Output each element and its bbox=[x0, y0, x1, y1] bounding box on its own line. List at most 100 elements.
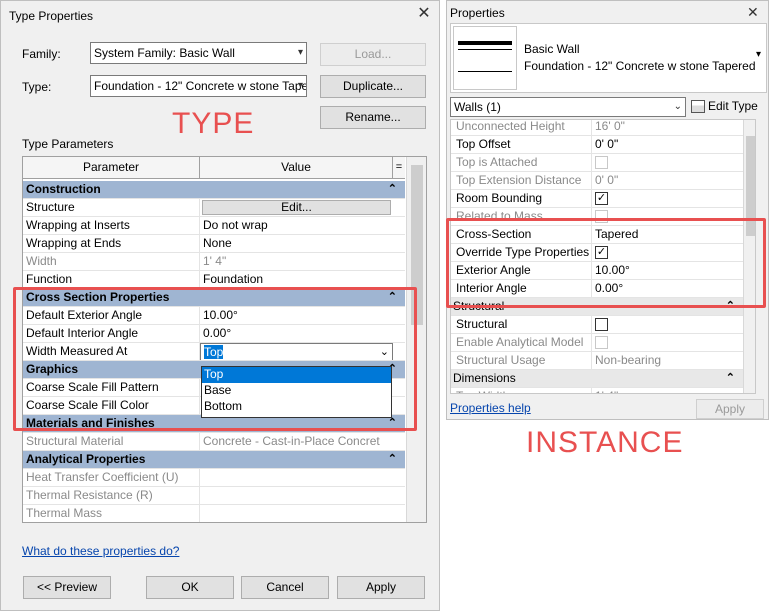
property-name: Top Width bbox=[451, 388, 592, 393]
table-row[interactable]: Wrapping at Ends None bbox=[23, 235, 405, 253]
family-value: System Family: Basic Wall bbox=[94, 46, 235, 60]
type-name: Foundation - 12" Concrete w stone Tapere… bbox=[524, 59, 756, 73]
param-name: Wrapping at Inserts bbox=[23, 217, 200, 234]
type-value: Foundation - 12" Concrete w stone Tape bbox=[94, 79, 307, 93]
table-row[interactable]: Thermal Mass bbox=[23, 505, 405, 522]
type-selector[interactable]: Basic Wall Foundation - 12" Concrete w s… bbox=[450, 23, 767, 93]
selector-value: Walls (1) bbox=[454, 100, 501, 114]
param-name: Thermal Mass bbox=[23, 505, 200, 522]
table-row[interactable]: Wrapping at Inserts Do not wrap bbox=[23, 217, 405, 235]
chevron-down-icon[interactable]: ▾ bbox=[756, 49, 761, 60]
edit-type-label: Edit Type bbox=[708, 99, 758, 113]
ok-button[interactable]: OK bbox=[146, 576, 234, 599]
param-value[interactable] bbox=[200, 505, 393, 522]
param-name: Wrapping at Ends bbox=[23, 235, 200, 252]
checkbox-checked[interactable] bbox=[595, 192, 608, 206]
table-row[interactable]: Structure Edit... bbox=[23, 199, 405, 217]
palette-title: Properties bbox=[450, 6, 505, 20]
checkbox-unchecked[interactable] bbox=[595, 336, 608, 350]
family-name: Basic Wall bbox=[524, 42, 580, 56]
property-row[interactable]: Top Width1' 4" bbox=[451, 388, 743, 393]
type-select[interactable]: Foundation - 12" Concrete w stone Tape ▾ bbox=[90, 75, 307, 97]
collapse-icon[interactable]: ⌃ bbox=[388, 451, 397, 468]
structure-edit-button[interactable]: Edit... bbox=[202, 200, 391, 215]
table-row[interactable]: Thermal Resistance (R) bbox=[23, 487, 405, 505]
close-icon[interactable]: ✕ bbox=[747, 4, 759, 21]
group-header-analytical-properties[interactable]: Analytical Properties ⌃ bbox=[23, 451, 405, 469]
property-name: Room Bounding bbox=[451, 190, 592, 207]
checkbox-unchecked[interactable] bbox=[595, 156, 608, 170]
param-value[interactable]: None bbox=[200, 235, 393, 252]
table-row[interactable]: Width 1' 4" bbox=[23, 253, 405, 271]
duplicate-button[interactable]: Duplicate... bbox=[320, 75, 426, 98]
param-value[interactable]: Concrete - Cast-in-Place Concret bbox=[200, 433, 393, 450]
property-row[interactable]: Top is Attached bbox=[451, 154, 743, 172]
load-button[interactable]: Load... bbox=[320, 43, 426, 66]
cancel-button[interactable]: Cancel bbox=[241, 576, 329, 599]
param-name: Thermal Resistance (R) bbox=[23, 487, 200, 504]
property-name: Enable Analytical Model bbox=[451, 334, 592, 351]
property-checkbox[interactable] bbox=[592, 334, 743, 351]
property-row[interactable]: Room Bounding bbox=[451, 190, 743, 208]
property-row[interactable]: Structural Usage Non-bearing bbox=[451, 352, 743, 370]
property-row[interactable]: Unconnected Height 16' 0" bbox=[451, 120, 743, 136]
property-name: Structural Usage bbox=[451, 352, 592, 369]
param-value[interactable] bbox=[200, 487, 393, 504]
grid-header: Parameter Value = bbox=[23, 157, 405, 179]
properties-help-link[interactable]: Properties help bbox=[450, 401, 531, 415]
edit-type-button[interactable]: Edit Type bbox=[691, 96, 767, 118]
param-value[interactable]: Do not wrap bbox=[200, 217, 393, 234]
family-select[interactable]: System Family: Basic Wall ▾ bbox=[90, 42, 307, 64]
column-formula[interactable]: = bbox=[393, 157, 405, 178]
help-link[interactable]: What do these properties do? bbox=[22, 544, 179, 558]
properties-palette: Properties ✕ Basic Wall Foundation - 12"… bbox=[446, 0, 769, 420]
column-parameter[interactable]: Parameter bbox=[23, 157, 200, 178]
wall-type-thumbnail bbox=[453, 26, 517, 90]
apply-button[interactable]: Apply bbox=[337, 576, 425, 599]
rename-button[interactable]: Rename... bbox=[320, 106, 426, 129]
family-label: Family: bbox=[22, 47, 61, 61]
preview-button[interactable]: << Preview bbox=[23, 576, 111, 599]
param-value[interactable]: Edit... bbox=[200, 199, 393, 216]
group-header-construction[interactable]: Construction ⌃ bbox=[23, 181, 405, 199]
property-value[interactable]: 0' 0" bbox=[592, 136, 743, 153]
property-name: Top Extension Distance bbox=[451, 172, 592, 189]
instance-filter-select[interactable]: Walls (1) ⌄ bbox=[450, 97, 686, 117]
property-row[interactable]: Top Extension Distance 0' 0" bbox=[451, 172, 743, 190]
param-name: Heat Transfer Coefficient (U) bbox=[23, 469, 200, 486]
palette-apply-button[interactable]: Apply bbox=[696, 399, 764, 419]
dialog-title: Type Properties bbox=[9, 9, 94, 23]
group-label: Dimensions bbox=[453, 371, 516, 385]
param-name: Structural Material bbox=[23, 433, 200, 450]
edit-type-icon bbox=[691, 100, 705, 114]
column-value[interactable]: Value bbox=[200, 157, 393, 178]
property-checkbox[interactable] bbox=[592, 316, 743, 333]
property-value[interactable]: 0' 0" bbox=[592, 172, 743, 189]
group-label: Analytical Properties bbox=[26, 452, 146, 466]
collapse-icon[interactable]: ⌃ bbox=[388, 181, 397, 198]
property-value[interactable]: 16' 0" bbox=[592, 120, 743, 135]
collapse-icon[interactable]: ⌃ bbox=[726, 370, 735, 387]
property-value[interactable]: Non-bearing bbox=[592, 352, 743, 369]
chevron-down-icon: ▾ bbox=[297, 47, 303, 58]
chevron-down-icon: ⌄ bbox=[673, 101, 682, 112]
property-row[interactable]: Top Offset 0' 0" bbox=[451, 136, 743, 154]
checkbox-unchecked[interactable] bbox=[595, 318, 608, 332]
property-checkbox[interactable] bbox=[592, 154, 743, 171]
group-header-dimensions[interactable]: Dimensions ⌃ bbox=[451, 370, 743, 388]
group-label: Construction bbox=[26, 182, 101, 196]
property-row[interactable]: Enable Analytical Model bbox=[451, 334, 743, 352]
chevron-down-icon: ▾ bbox=[297, 80, 303, 91]
property-value[interactable]: 1' 4" bbox=[592, 388, 743, 393]
type-parameters-label: Type Parameters bbox=[22, 137, 114, 151]
property-row[interactable]: Structural bbox=[451, 316, 743, 334]
property-checkbox[interactable] bbox=[592, 190, 743, 207]
table-row[interactable]: Structural Material Concrete - Cast-in-Pl… bbox=[23, 433, 405, 451]
property-name: Unconnected Height bbox=[451, 120, 592, 135]
param-value[interactable]: 1' 4" bbox=[200, 253, 393, 270]
type-annotation: TYPE bbox=[172, 107, 255, 140]
table-row[interactable]: Heat Transfer Coefficient (U) bbox=[23, 469, 405, 487]
close-icon[interactable]: ✕ bbox=[414, 5, 434, 23]
override-highlight bbox=[446, 218, 766, 308]
param-value[interactable] bbox=[200, 469, 393, 486]
